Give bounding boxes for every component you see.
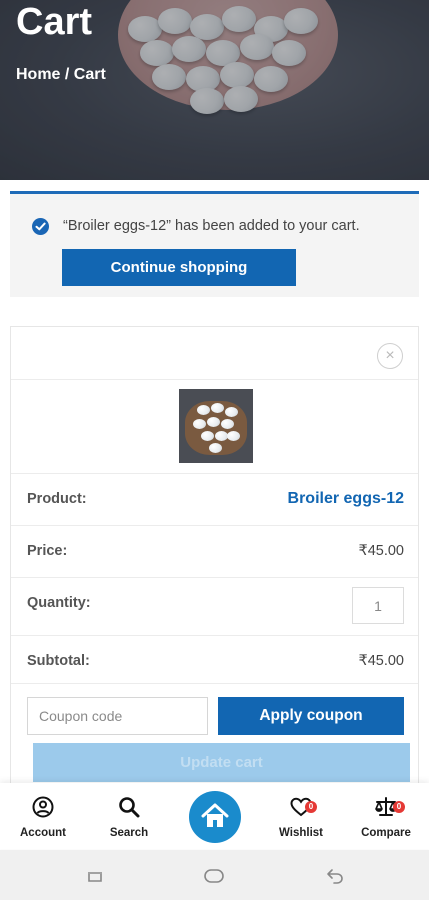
quantity-input[interactable]: [352, 587, 404, 624]
nav-account[interactable]: Account: [3, 783, 83, 849]
home-system-icon[interactable]: [203, 866, 225, 886]
nav-wishlist[interactable]: 0 Wishlist: [261, 783, 341, 849]
cart-item-card: × Product: Broiler eggs-12 Price: ₹45.00…: [10, 326, 419, 796]
breadcrumb[interactable]: Home / Cart: [16, 66, 106, 84]
price-value: ₹45.00: [358, 543, 404, 559]
notice-message: “Broiler eggs-12” has been added to your…: [63, 218, 360, 234]
continue-shopping-button[interactable]: Continue shopping: [62, 249, 296, 286]
quantity-label: Quantity:: [27, 595, 91, 611]
nav-search-label: Search: [109, 827, 149, 839]
user-circle-icon: [32, 796, 54, 818]
nav-compare-label: Compare: [361, 827, 411, 839]
page-title: Cart: [16, 1, 93, 43]
subtotal-value: ₹45.00: [358, 653, 404, 669]
check-circle-icon: [32, 218, 49, 235]
nav-compare[interactable]: 0 Compare: [346, 783, 426, 849]
wishlist-count-badge: 0: [305, 801, 317, 813]
subtotal-label: Subtotal:: [27, 653, 90, 669]
price-label: Price:: [27, 543, 68, 559]
nav-search[interactable]: Search: [89, 783, 169, 849]
home-button[interactable]: [189, 791, 241, 843]
apply-coupon-button[interactable]: Apply coupon: [218, 697, 404, 735]
remove-item-button[interactable]: ×: [377, 343, 403, 369]
hero-banner: Cart Home / Cart: [0, 0, 429, 180]
product-label: Product:: [27, 491, 87, 507]
update-cart-button[interactable]: Update cart: [33, 743, 410, 782]
compare-count-badge: 0: [393, 801, 405, 813]
nav-account-label: Account: [20, 827, 66, 839]
bottom-navigation: Account Search 0 Wishlist 0 Compare: [0, 783, 429, 849]
back-icon[interactable]: [325, 866, 345, 886]
home-icon: [201, 803, 229, 827]
nav-wishlist-label: Wishlist: [279, 827, 323, 839]
recent-apps-icon[interactable]: [85, 866, 105, 886]
product-name-link[interactable]: Broiler eggs-12: [288, 490, 404, 508]
product-thumbnail[interactable]: [179, 389, 253, 463]
search-icon: [119, 797, 140, 818]
system-navigation-bar: [0, 850, 429, 900]
coupon-code-input[interactable]: [27, 697, 208, 735]
cart-notice: “Broiler eggs-12” has been added to your…: [10, 191, 419, 297]
